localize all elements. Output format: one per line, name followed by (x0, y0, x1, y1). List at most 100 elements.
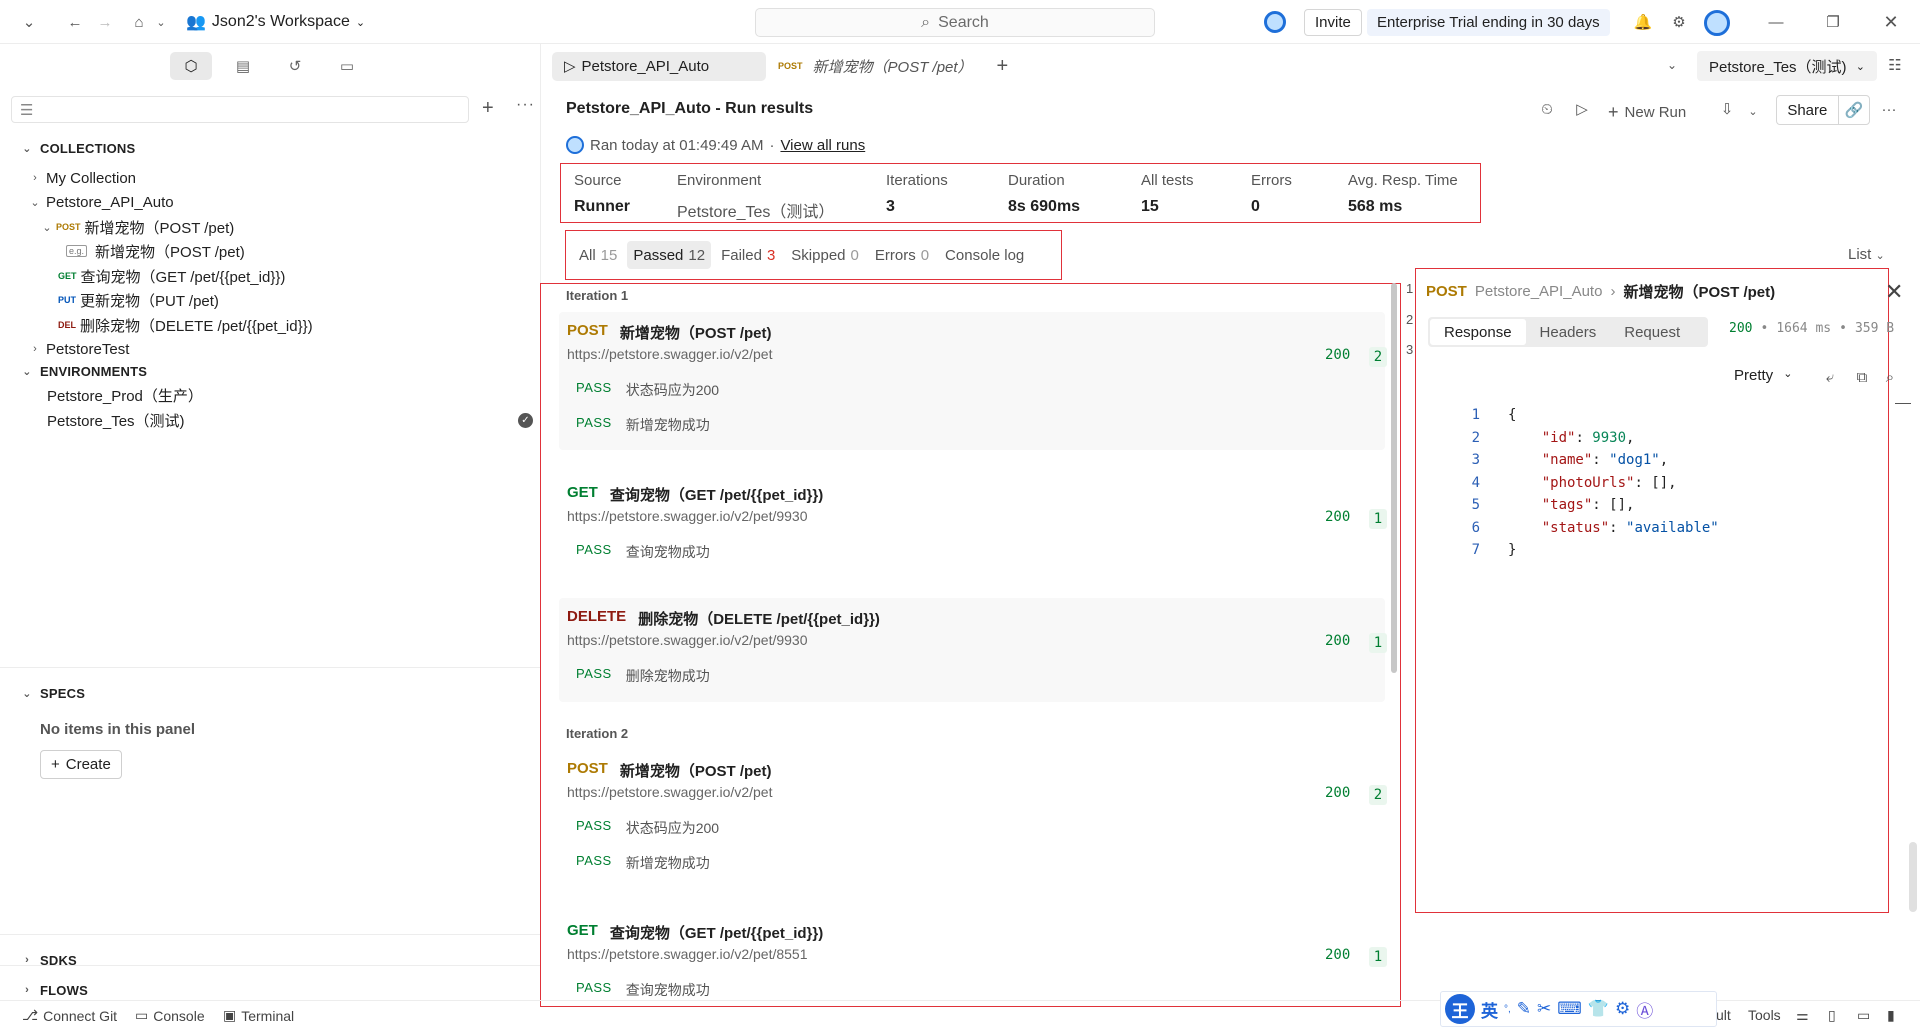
sync-status-icon[interactable] (1264, 11, 1286, 33)
tab-request[interactable]: POST 新增宠物（POST /pet） (766, 52, 985, 81)
trial-banner[interactable]: Enterprise Trial ending in 30 days (1367, 9, 1610, 36)
collection-my-collection[interactable]: › My Collection (28, 166, 136, 190)
collections-cube-icon[interactable]: ⬡ (170, 52, 212, 80)
tab-run-results[interactable]: ▷ Petstore_API_Auto (552, 51, 766, 81)
home-icon[interactable]: ⌂ (128, 11, 150, 33)
tab-request[interactable]: Request (1610, 319, 1694, 345)
avatar[interactable] (1704, 10, 1730, 36)
tab-errors[interactable]: Errors 0 (869, 241, 935, 269)
schedule-icon[interactable]: ⏲ (1536, 98, 1558, 120)
connect-git-button[interactable]: ⎇ Connect Git (22, 1007, 117, 1024)
wrap-lines-icon[interactable]: ⤶ (1819, 366, 1841, 388)
link-icon[interactable]: 🔗 (1837, 96, 1869, 124)
layout-left-icon[interactable]: ▯ (1828, 1007, 1836, 1024)
environment-select[interactable]: Petstore_Tes（测试) ⌄ (1697, 51, 1877, 81)
close-panel-icon[interactable]: ✕ (1885, 279, 1903, 305)
add-icon[interactable]: + (482, 97, 494, 120)
breadcrumb-collection[interactable]: Petstore_API_Auto (1475, 283, 1603, 300)
create-button[interactable]: + Create (40, 750, 122, 779)
pen-icon[interactable]: ✎ (1517, 999, 1531, 1019)
collection-petstore-api-auto[interactable]: ⌄ Petstore_API_Auto (28, 190, 173, 214)
ime-logo-icon[interactable]: 王 (1445, 994, 1475, 1024)
share-button[interactable]: Share 🔗 (1776, 95, 1870, 125)
tools-button[interactable]: Tools (1748, 1007, 1781, 1023)
history-icon[interactable]: ↺ (274, 52, 316, 80)
console-button[interactable]: ▭ Console (135, 1007, 205, 1024)
forward-arrow-icon[interactable]: → (94, 11, 116, 33)
iteration-index[interactable]: 1 (1406, 281, 1413, 296)
back-arrow-icon[interactable]: ← (64, 11, 86, 33)
environments-header[interactable]: ⌄ ENVIRONMENTS (20, 359, 147, 383)
result-request[interactable]: GET 查询宠物（GET /pet/{{pet_id}}) https://pet… (559, 474, 1387, 574)
copy-icon[interactable]: ⧉ (1851, 366, 1873, 388)
ime-toolbar[interactable]: 王 英 °, ✎ ✂ ⌨ 👕 ⚙ Ⓐ (1440, 991, 1717, 1027)
results-scrollbar[interactable] (1391, 283, 1397, 673)
search-icon[interactable]: ⌕ (1879, 366, 1901, 388)
request-delete-pet[interactable]: DEL 删除宠物（DELETE /pet/{{pet_id}}) (58, 313, 313, 337)
maximize-icon[interactable]: ❐ (1822, 11, 1844, 33)
layout-bottom-icon[interactable]: ▭ (1857, 1007, 1870, 1024)
more-icon[interactable]: ··· (516, 96, 535, 114)
flows-header[interactable]: › FLOWS (20, 978, 88, 1002)
tab-all[interactable]: All 15 (573, 241, 623, 269)
settings-sliders-icon[interactable]: ⚌ (1796, 1007, 1809, 1024)
new-tab-icon[interactable]: + (985, 52, 1021, 81)
more-icon[interactable]: ··· (1878, 98, 1900, 120)
tab-response[interactable]: Response (1430, 319, 1526, 345)
run-again-icon[interactable]: ▷ (1571, 98, 1593, 120)
minimize-icon[interactable]: — (1765, 11, 1787, 33)
sdks-header[interactable]: › SDKS (20, 948, 77, 972)
format-select[interactable]: Pretty ⌄ (1734, 367, 1792, 384)
shirt-icon[interactable]: 👕 (1588, 999, 1609, 1019)
tab-headers[interactable]: Headers (1526, 319, 1611, 345)
home-chevron-icon[interactable]: ⌄ (150, 11, 172, 33)
iteration-index[interactable]: 2 (1406, 312, 1413, 327)
layout-right-icon[interactable]: ▮ (1887, 1007, 1895, 1024)
environments-icon[interactable]: ▤ (222, 52, 264, 80)
ai-icon[interactable]: Ⓐ (1636, 997, 1653, 1022)
request-post-pet[interactable]: ⌄ POST 新增宠物（POST /pet) (40, 215, 234, 239)
env-item-prod[interactable]: Petstore_Prod（生产） (47, 383, 203, 407)
tab-passed[interactable]: Passed 12 (627, 241, 712, 269)
new-run-button[interactable]: + New Run (1608, 98, 1686, 126)
invite-button[interactable]: Invite (1304, 9, 1362, 36)
chevron-down-icon[interactable]: ⌄ (1742, 100, 1764, 122)
view-mode-select[interactable]: List ⌄ (1848, 246, 1885, 263)
tab-skipped[interactable]: Skipped 0 (785, 241, 865, 269)
workspace-switcher[interactable]: 👥 Json2's Workspace ⌄ (186, 10, 365, 34)
iteration-index[interactable]: 3 (1406, 342, 1413, 357)
close-window-icon[interactable]: ✕ (1880, 11, 1902, 33)
folder-icon[interactable]: ▭ (326, 52, 368, 80)
gear-icon[interactable]: ⚙ (1615, 999, 1630, 1019)
example-post-pet[interactable]: e.g. 新增宠物（POST /pet) (66, 239, 245, 263)
request-get-pet[interactable]: GET 查询宠物（GET /pet/{{pet_id}}) (58, 264, 285, 288)
response-body[interactable]: 1{ 2 "id": 9930, 3 "name": "dog1", 4 "ph… (1456, 404, 1719, 562)
gear-icon[interactable]: ⚙ (1668, 11, 1690, 33)
export-icon[interactable]: ⇩ (1716, 98, 1738, 120)
filter-input[interactable]: ☰ (11, 96, 469, 123)
ime-punct-icon[interactable]: °, (1504, 1004, 1511, 1015)
tab-failed[interactable]: Failed 3 (715, 241, 781, 269)
bell-icon[interactable]: 🔔 (1632, 11, 1654, 33)
result-request[interactable]: POST 新增宠物（POST /pet) https://petstore.swa… (559, 312, 1387, 450)
result-request[interactable]: POST 新增宠物（POST /pet) https://petstore.swa… (559, 750, 1387, 888)
keyboard-icon[interactable]: ⌨ (1557, 999, 1582, 1019)
specs-header[interactable]: ⌄ SPECS (20, 681, 85, 705)
tab-console-log[interactable]: Console log (939, 241, 1030, 269)
scissors-icon[interactable]: ✂ (1537, 999, 1551, 1019)
result-request[interactable]: GET 查询宠物（GET /pet/{{pet_id}}) https://pet… (559, 912, 1387, 1006)
menu-chevron-icon[interactable]: ⌄ (18, 11, 40, 33)
panel-scrollbar[interactable] (1909, 842, 1917, 912)
search-input[interactable]: ⌕ Search (755, 8, 1155, 37)
tabs-dropdown-icon[interactable]: ⌄ (1661, 54, 1683, 76)
collapse-icon[interactable] (1895, 403, 1911, 404)
result-request[interactable]: DELETE 删除宠物（DELETE /pet/{{pet_id}}) https… (559, 598, 1387, 702)
results-list[interactable]: Iteration 1 POST 新增宠物（POST /pet) https://… (540, 283, 1401, 1007)
right-panel-icon[interactable]: ☷ (1884, 54, 1906, 76)
view-all-runs-link[interactable]: View all runs (780, 137, 865, 154)
collection-petstoretest[interactable]: › PetstoreTest (28, 337, 129, 361)
request-put-pet[interactable]: PUT 更新宠物（PUT /pet) (58, 288, 219, 312)
statusbar-partial-label[interactable]: ult (1716, 1007, 1731, 1023)
env-item-test[interactable]: Petstore_Tes（测试) ✓ (47, 408, 537, 432)
terminal-button[interactable]: ▣ Terminal (223, 1007, 294, 1024)
